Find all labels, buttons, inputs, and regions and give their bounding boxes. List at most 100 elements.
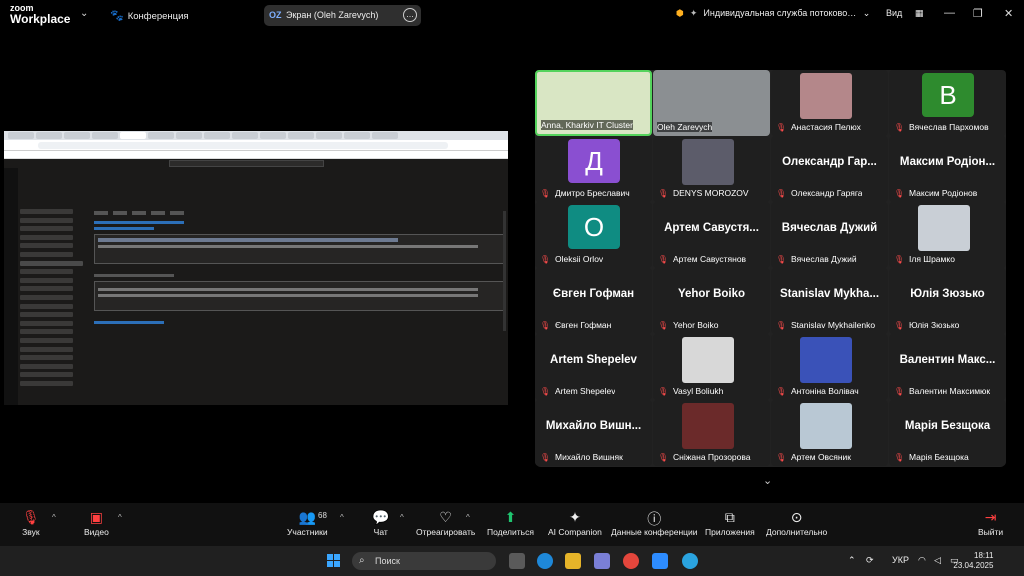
edge-icon[interactable]: [537, 553, 553, 569]
participant-name: Anna, Kharkiv IT Cluster: [541, 120, 633, 130]
react-caret-icon[interactable]: ^: [466, 513, 470, 522]
more-label: Дополнительно: [766, 527, 828, 537]
mic-muted-icon: 🎙: [540, 255, 551, 264]
audio-caret-icon[interactable]: ^: [52, 513, 56, 522]
ai-companion-button[interactable]: ✦ AI Companion: [548, 509, 602, 537]
participant-photo: [800, 403, 852, 449]
restore-icon[interactable]: ❐: [973, 7, 983, 20]
conference-menu[interactable]: 🐾 Конференция: [110, 9, 189, 22]
telegram-icon[interactable]: [682, 553, 698, 569]
participant-tile[interactable]: Anna, Kharkiv IT Cluster: [535, 70, 652, 136]
participant-photo: [800, 337, 852, 383]
azure-header: [4, 159, 508, 168]
participant-tile[interactable]: Артем Савустя... 🎙 Артем Савустянов: [653, 202, 770, 268]
streaming-status[interactable]: ⬢ ✦ Индивидуальная служба потоково… ⌄: [676, 8, 870, 19]
chat-button[interactable]: 💬 Чат: [372, 509, 389, 537]
screen-share-pill[interactable]: OZ Экран (Oleh Zarevych) …: [264, 5, 421, 26]
react-label: Отреагировать: [416, 527, 476, 537]
chat-caret-icon[interactable]: ^: [400, 513, 404, 522]
tray-chevron-icon[interactable]: ⌃: [848, 555, 856, 566]
participant-photo: [682, 403, 734, 449]
participant-photo: [682, 337, 734, 383]
participant-tile[interactable]: Oleh Zarevych: [653, 70, 770, 136]
mic-muted-icon: 🎙: [776, 387, 787, 396]
participant-tile[interactable]: Марія Безщока 🎙 Марія Безщока: [889, 400, 1006, 466]
video-button[interactable]: ▣ Видео: [84, 509, 109, 537]
participant-name: Артем Овсяник: [791, 452, 851, 462]
participant-tile[interactable]: Михайло Вишн... 🎙 Михайло Вишняк: [535, 400, 652, 466]
portal-nav-menu: [20, 209, 86, 389]
chevron-down-icon[interactable]: ⌄: [863, 8, 871, 18]
mic-muted-icon: 🎙: [776, 189, 787, 198]
participant-display-name: Максим Родіон...: [899, 156, 996, 168]
participant-tile[interactable]: Олександр Гар... 🎙 Олександр Гаряга: [771, 136, 888, 202]
mic-muted-icon: 🎙: [894, 189, 905, 198]
participant-tile[interactable]: 🎙 Антоніна Волівач: [771, 334, 888, 400]
leave-label: Выйти: [978, 527, 1004, 537]
participant-display-name: Yehor Boiko: [677, 288, 746, 300]
participant-display-name: Stanislav Mykha...: [779, 288, 880, 300]
zoom-app-icon[interactable]: [652, 553, 668, 569]
participant-tile[interactable]: O 🎙 Oleksii Orlov: [535, 202, 652, 268]
participant-tile[interactable]: 🎙 DENYS MOROZOV: [653, 136, 770, 202]
info-label: Данные конференции: [611, 527, 698, 537]
task-view-icon[interactable]: [509, 553, 525, 569]
participants-caret-icon[interactable]: ^: [340, 513, 344, 522]
participant-name: Yehor Boiko: [673, 320, 719, 330]
mic-muted-icon: 🎙: [658, 189, 669, 198]
mic-muted-icon: 🎙: [22, 509, 40, 525]
share-button[interactable]: ⬆ Поделиться: [487, 509, 534, 537]
view-menu[interactable]: Вид ▦: [886, 8, 923, 19]
participant-tile[interactable]: Вячеслав Дужий 🎙 Вячеслав Дужий: [771, 202, 888, 268]
chrome-icon[interactable]: [623, 553, 639, 569]
leave-button[interactable]: ⇥ Выйти: [978, 509, 1003, 537]
participant-tile[interactable]: Yehor Boiko 🎙 Yehor Boiko: [653, 268, 770, 334]
audio-button[interactable]: 🎙 Звук: [22, 509, 40, 537]
taskbar-search[interactable]: ⌕ Поиск: [352, 552, 496, 570]
search-icon: ⌕: [359, 555, 365, 566]
gallery-next-page-icon[interactable]: ⌄: [763, 474, 772, 487]
info-icon: ⓘ: [647, 511, 662, 527]
participant-tile[interactable]: Д 🎙 Дмитро Бреславич: [535, 136, 652, 202]
file-explorer-icon[interactable]: [565, 553, 581, 569]
participant-name: Артем Савустянов: [673, 254, 747, 264]
participant-display-name: Artem Shepelev: [550, 354, 637, 366]
participant-tile[interactable]: 🎙 Vasyl Boliukh: [653, 334, 770, 400]
participant-name: DENYS MOROZOV: [673, 188, 749, 198]
participant-tile[interactable]: Stanislav Mykha... 🎙 Stanislav Mykhailenko: [771, 268, 888, 334]
close-icon[interactable]: ✕: [1004, 7, 1013, 20]
apps-button[interactable]: ⧉ Приложения: [705, 509, 755, 537]
mic-muted-icon: 🎙: [658, 453, 669, 462]
paw-icon: 🐾: [110, 10, 124, 22]
windows-taskbar: ⌕ Поиск ⌃ ⟳ УКР ◠ ◁ ▭ 18:11 23.04.2025: [0, 546, 1024, 576]
participant-tile[interactable]: 🎙 Артем Овсяник: [771, 400, 888, 466]
participant-tile[interactable]: 🎙 Сніжана Прозорова: [653, 400, 770, 466]
chevron-down-icon[interactable]: ⌄: [80, 8, 88, 19]
ai-label: AI Companion: [548, 527, 602, 537]
participant-tile[interactable]: Юлія Зюзько 🎙 Юлія Зюзько: [889, 268, 1006, 334]
participant-tile[interactable]: Artem Shepelev 🎙 Artem Shepelev: [535, 334, 652, 400]
wifi-icon[interactable]: ◠: [918, 555, 926, 566]
taskbar-clock[interactable]: 18:11 23.04.2025: [953, 551, 993, 571]
more-button[interactable]: ⊙ Дополнительно: [766, 509, 827, 537]
streaming-label: Индивидуальная служба потоково…: [703, 8, 857, 18]
participant-tile[interactable]: 🎙 Іля Шрамко: [889, 202, 1006, 268]
participant-tile[interactable]: Валентин Макс... 🎙 Валентин Максимюк: [889, 334, 1006, 400]
volume-icon[interactable]: ◁: [934, 555, 941, 566]
minimize-icon[interactable]: —: [944, 7, 955, 19]
mic-muted-icon: 🎙: [658, 387, 669, 396]
participant-tile[interactable]: В 🎙 Вячеслав Пархомов: [889, 70, 1006, 136]
video-label: Видео: [84, 527, 109, 537]
meeting-info-button[interactable]: ⓘ Данные конференции: [611, 509, 698, 537]
participant-tile[interactable]: 🎙 Анастасия Пелюх: [771, 70, 888, 136]
input-language[interactable]: УКР: [892, 555, 909, 565]
more-options-icon[interactable]: …: [403, 8, 417, 22]
store-icon[interactable]: [594, 553, 610, 569]
mic-muted-icon: 🎙: [894, 321, 905, 330]
tray-sync-icon[interactable]: ⟳: [866, 555, 874, 566]
video-caret-icon[interactable]: ^: [118, 513, 122, 522]
participant-tile[interactable]: Євген Гофман 🎙 Євген Гофман: [535, 268, 652, 334]
participant-initial-avatar: Д: [568, 139, 620, 183]
participant-tile[interactable]: Максим Родіон... 🎙 Максим Родіонов: [889, 136, 1006, 202]
windows-start-icon[interactable]: [327, 554, 341, 568]
